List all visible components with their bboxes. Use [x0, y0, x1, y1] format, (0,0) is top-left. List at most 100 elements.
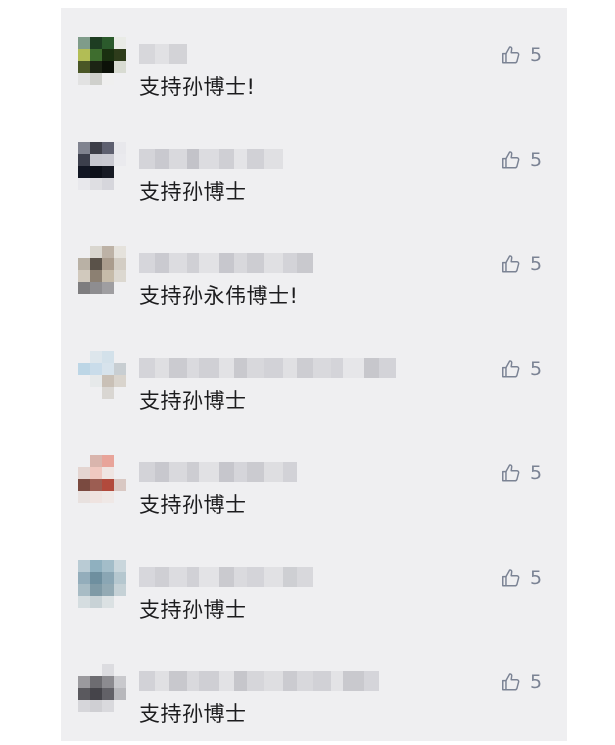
avatar-pixel	[90, 386, 102, 399]
like-button[interactable]: 5	[500, 42, 542, 68]
avatar-pixel	[102, 559, 114, 572]
comment-item: 支持孙博士 5	[61, 113, 567, 213]
nickname-block	[364, 671, 379, 691]
nickname-block	[234, 253, 247, 273]
nickname-block	[219, 566, 234, 587]
avatar-pixel	[78, 37, 90, 49]
avatar-pixel	[102, 700, 114, 712]
avatar[interactable]	[78, 350, 126, 411]
nickname-block	[247, 357, 264, 378]
like-button[interactable]: 5	[500, 669, 542, 695]
avatar[interactable]	[78, 455, 126, 515]
nickname-block	[219, 671, 234, 691]
nickname-block	[264, 357, 283, 378]
thumbs-up-icon	[502, 568, 520, 587]
avatar-pixel	[102, 49, 114, 61]
comment-item: 支持孙博士 5	[61, 635, 567, 735]
like-count: 5	[530, 671, 543, 693]
like-button[interactable]: 5	[500, 147, 542, 173]
nickname-block	[219, 253, 234, 273]
avatar-pixel	[102, 688, 114, 700]
avatar-pixel	[90, 246, 102, 258]
avatar[interactable]	[78, 141, 126, 202]
thumbs-up-icon	[502, 464, 520, 482]
nickname-blurred[interactable]	[139, 671, 379, 691]
like-count: 5	[530, 357, 543, 380]
nickname-block	[247, 462, 264, 482]
nickname-block	[219, 462, 234, 482]
avatar-pixel	[78, 503, 90, 515]
nickname-block	[199, 671, 219, 691]
avatar-pixel	[114, 398, 126, 411]
nickname-block	[187, 253, 199, 273]
avatar-pixel	[90, 491, 102, 503]
nickname-block	[343, 671, 364, 691]
avatar[interactable]	[78, 559, 126, 620]
nickname-blurred[interactable]	[139, 357, 396, 378]
nickname-blurred[interactable]	[139, 566, 313, 587]
avatar-pixel	[114, 282, 126, 294]
nickname-block	[169, 566, 187, 587]
avatar-pixel	[114, 467, 126, 479]
avatar-pixel	[78, 595, 90, 608]
nickname-block	[199, 148, 219, 169]
nickname-block	[155, 566, 169, 587]
avatar-pixel	[114, 165, 126, 178]
avatar-pixel	[90, 270, 102, 282]
avatar-pixel	[78, 664, 90, 676]
nickname-block	[379, 357, 396, 378]
thumbs-up-icon	[502, 150, 520, 169]
nickname-block	[331, 357, 343, 378]
avatar-pixel	[90, 73, 102, 85]
avatar[interactable]	[78, 664, 126, 724]
nickname-blurred[interactable]	[139, 44, 187, 64]
like-button[interactable]: 5	[500, 565, 542, 591]
nickname-blurred[interactable]	[139, 148, 283, 169]
avatar-pixel	[78, 559, 90, 572]
like-button[interactable]: 5	[500, 356, 542, 382]
avatar-pixel	[114, 688, 126, 700]
like-count: 5	[530, 44, 543, 66]
nickname-block	[155, 44, 169, 64]
like-button[interactable]: 5	[500, 251, 542, 277]
comment-item: 支持孙永伟博士! 5	[61, 217, 567, 317]
nickname-blurred[interactable]	[139, 462, 297, 482]
avatar-pixel	[78, 374, 90, 387]
nickname-blurred[interactable]	[139, 253, 313, 273]
avatar[interactable]	[78, 37, 126, 97]
avatar-pixel	[114, 559, 126, 572]
avatar-pixel	[90, 49, 102, 61]
avatar-pixel	[78, 362, 90, 375]
nickname-block	[264, 462, 283, 482]
like-count: 5	[530, 148, 543, 171]
avatar-pixel	[90, 61, 102, 73]
nickname-block	[139, 671, 155, 691]
avatar-pixel	[102, 141, 114, 154]
avatar-pixel	[102, 571, 114, 584]
avatar-pixel	[90, 664, 102, 676]
avatar-pixel	[90, 503, 102, 515]
nickname-block	[155, 462, 169, 482]
avatar[interactable]	[78, 246, 126, 306]
avatar-pixel	[114, 177, 126, 190]
avatar-pixel	[90, 712, 102, 724]
nickname-block	[187, 462, 199, 482]
nickname-block	[247, 566, 264, 587]
avatar-pixel	[78, 246, 90, 258]
avatar-pixel	[102, 153, 114, 166]
nickname-block	[187, 148, 199, 169]
avatar-pixel	[114, 386, 126, 399]
avatar-pixel	[78, 676, 90, 688]
nickname-block	[313, 357, 331, 378]
avatar-pixel	[114, 141, 126, 154]
like-button[interactable]: 5	[500, 460, 542, 486]
nickname-block	[139, 44, 155, 64]
avatar-pixel	[114, 258, 126, 270]
avatar-pixel	[78, 398, 90, 411]
nickname-block	[234, 462, 247, 482]
nickname-block	[283, 671, 297, 691]
avatar-pixel	[114, 700, 126, 712]
avatar-pixel	[78, 607, 90, 620]
avatar-pixel	[78, 712, 90, 724]
avatar-pixel	[78, 294, 90, 306]
